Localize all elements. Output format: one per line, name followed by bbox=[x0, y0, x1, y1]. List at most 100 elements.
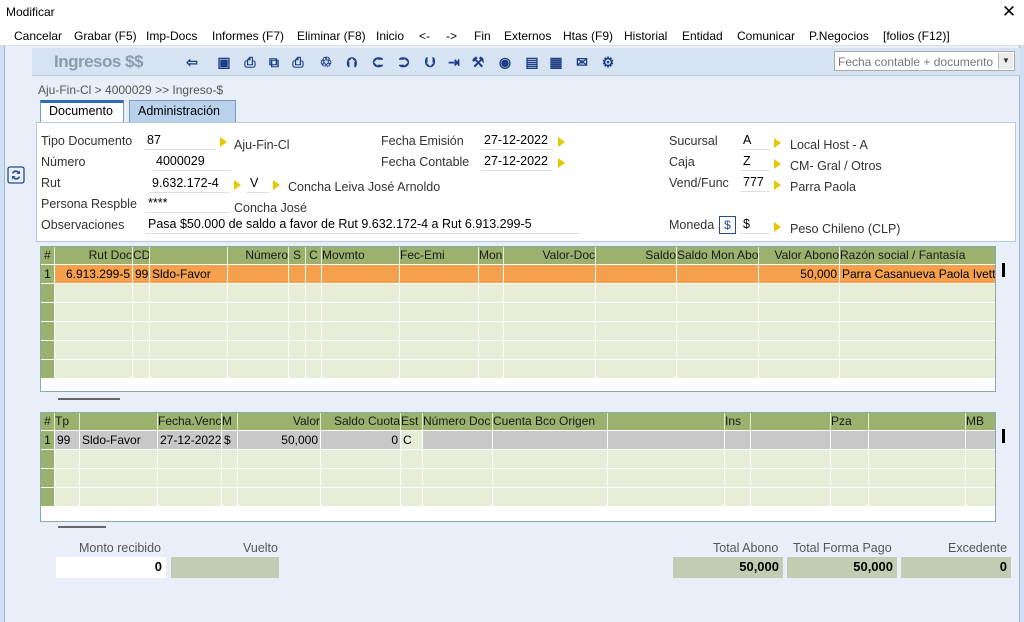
grid1-row-empty-cell[interactable] bbox=[840, 284, 995, 303]
grid2-row-empty-cell[interactable] bbox=[831, 488, 869, 507]
grid1-row-empty-cell[interactable] bbox=[400, 303, 479, 322]
observaciones-field[interactable]: Pasa $50.000 de saldo a favor de Rut 9.6… bbox=[145, 216, 579, 234]
grid1-row-cell-13[interactable]: 50,000 bbox=[759, 265, 840, 284]
grid1-row-empty-cell[interactable] bbox=[55, 303, 133, 322]
grid2-row-cell-2[interactable]: Sldo-Favor bbox=[80, 431, 158, 450]
grid2-row-empty-cell[interactable] bbox=[238, 488, 321, 507]
grid1-row-empty-cell[interactable] bbox=[150, 322, 228, 341]
tipo-documento-field[interactable]: 87 bbox=[144, 132, 216, 150]
menu-item-1[interactable]: Grabar (F5) bbox=[74, 29, 137, 43]
grid1-row-empty-cell[interactable] bbox=[150, 303, 228, 322]
grid1-row-empty-cell[interactable] bbox=[306, 284, 322, 303]
menu-item-10[interactable]: Htas (F9) bbox=[563, 29, 613, 43]
grid1-row-cell-9[interactable] bbox=[479, 265, 504, 284]
grid1-row-header-12[interactable]: Saldo Mon Abo bbox=[677, 247, 759, 264]
tipo-documento-lookup-icon[interactable] bbox=[220, 137, 227, 147]
grid1-row-header-7[interactable]: Movmto bbox=[322, 247, 400, 264]
grid2-row-empty-cell[interactable] bbox=[238, 450, 321, 469]
grid2-row-empty-cell[interactable] bbox=[493, 488, 608, 507]
grid1-row-empty-cell[interactable] bbox=[55, 322, 133, 341]
menu-item-3[interactable]: Informes (F7) bbox=[212, 29, 284, 43]
vend-field[interactable]: 777 bbox=[740, 174, 770, 192]
grid1-row-empty-cell[interactable] bbox=[322, 284, 400, 303]
grid1-row-empty-cell[interactable] bbox=[289, 360, 306, 379]
monto-recibido-field[interactable]: 0 bbox=[56, 557, 166, 578]
menu-item-15[interactable]: [folios (F12)] bbox=[883, 29, 950, 43]
grid1-row-empty-cell[interactable] bbox=[322, 303, 400, 322]
up-icon[interactable]: ⮉ bbox=[342, 52, 362, 72]
grid1-row-empty-cell[interactable] bbox=[41, 284, 55, 303]
grid2-row-cell-15[interactable] bbox=[966, 431, 995, 450]
currency-icon[interactable]: $ bbox=[719, 216, 736, 234]
grid1-row-empty-cell[interactable] bbox=[133, 360, 150, 379]
grid2-scrollbar[interactable] bbox=[1002, 429, 1005, 443]
grid1-row-cell-7[interactable] bbox=[322, 265, 400, 284]
grid1-row-empty-cell[interactable] bbox=[840, 303, 995, 322]
grid1-row-cell-6[interactable] bbox=[306, 265, 322, 284]
left-icon[interactable]: ⮈ bbox=[368, 52, 388, 72]
caja-field[interactable]: Z bbox=[740, 153, 770, 171]
menu-item-12[interactable]: Entidad bbox=[682, 29, 723, 43]
grid2-row-empty-cell[interactable] bbox=[725, 450, 751, 469]
grid2-row-header-0[interactable]: # bbox=[41, 413, 55, 430]
grid1-row-empty-cell[interactable] bbox=[504, 303, 596, 322]
menu-item-13[interactable]: Comunicar bbox=[737, 29, 795, 43]
persona-field[interactable]: **** bbox=[145, 195, 229, 213]
grid1-row-empty-cell[interactable] bbox=[677, 322, 759, 341]
grid2-row-empty-cell[interactable] bbox=[401, 469, 423, 488]
grid1-row-empty-cell[interactable] bbox=[479, 322, 504, 341]
grid2-row-empty-cell[interactable] bbox=[608, 469, 725, 488]
grid1-row-empty-cell[interactable] bbox=[677, 284, 759, 303]
grid1-row-header-13[interactable]: Valor Abono bbox=[759, 247, 840, 264]
grid1-row-empty-cell[interactable] bbox=[677, 360, 759, 379]
grid2-row-cell-7[interactable]: C bbox=[401, 431, 423, 450]
refresh-icon[interactable] bbox=[6, 166, 26, 186]
grid1-row-cell-0[interactable]: 1 bbox=[41, 265, 55, 284]
grid2-row-cell-3[interactable]: 27-12-2022 bbox=[158, 431, 222, 450]
grid2-row-cell-6[interactable]: 0 bbox=[321, 431, 401, 450]
grid1-row-header-4[interactable]: Número bbox=[228, 247, 289, 264]
grid1-row-cell-8[interactable] bbox=[400, 265, 479, 284]
fecha-emision-field[interactable]: 27-12-2022 bbox=[481, 132, 553, 150]
grid2-row-cell-14[interactable] bbox=[869, 431, 966, 450]
grid1-row-cell-10[interactable] bbox=[504, 265, 596, 284]
grid1-row-empty-cell[interactable] bbox=[596, 360, 677, 379]
grid2-row-header-4[interactable]: M bbox=[222, 413, 238, 430]
grid2-row-empty-cell[interactable] bbox=[158, 488, 222, 507]
rut-lookup-icon[interactable] bbox=[234, 180, 241, 190]
grid1-row-cell-2[interactable]: 99 bbox=[133, 265, 150, 284]
menu-item-8[interactable]: Fin bbox=[474, 29, 491, 43]
grid2-row-cell-0[interactable]: 1 bbox=[41, 431, 55, 450]
grid2-row-empty-cell[interactable] bbox=[725, 488, 751, 507]
grid2-row-empty-cell[interactable] bbox=[321, 469, 401, 488]
grid1-row-empty-cell[interactable] bbox=[840, 360, 995, 379]
fecha-emision-lookup-icon[interactable] bbox=[558, 137, 565, 147]
menu-item-6[interactable]: <- bbox=[419, 29, 430, 43]
caja-lookup-icon[interactable] bbox=[774, 159, 781, 169]
grid2-row-empty-cell[interactable] bbox=[869, 450, 966, 469]
calculator-icon[interactable]: ▦ bbox=[546, 52, 566, 72]
grid1-row-empty-cell[interactable] bbox=[228, 341, 289, 360]
grid1-row-header-5[interactable]: S bbox=[289, 247, 306, 264]
grid1-row-cell-3[interactable]: Sldo-Favor bbox=[150, 265, 228, 284]
grid1-row-empty-cell[interactable] bbox=[41, 303, 55, 322]
down-icon[interactable]: ⮋ bbox=[420, 52, 440, 72]
vend-lookup-icon[interactable] bbox=[774, 180, 781, 190]
grid2-row-empty-cell[interactable] bbox=[158, 450, 222, 469]
grid1-row-empty-cell[interactable] bbox=[322, 341, 400, 360]
grid1-row-empty-cell[interactable] bbox=[228, 322, 289, 341]
grid2-row-empty-cell[interactable] bbox=[751, 450, 831, 469]
grid1-row-empty-cell[interactable] bbox=[289, 303, 306, 322]
right-icon[interactable]: ⮊ bbox=[394, 52, 414, 72]
grid1-row-empty-cell[interactable] bbox=[677, 303, 759, 322]
grid2-row-header-10[interactable] bbox=[608, 413, 725, 430]
grid2-row-cell-4[interactable]: $ bbox=[222, 431, 238, 450]
grid2-row-empty-cell[interactable] bbox=[493, 450, 608, 469]
grid1-row-empty-cell[interactable] bbox=[41, 360, 55, 379]
grid2-row-empty-cell[interactable] bbox=[869, 469, 966, 488]
copy-icon[interactable]: ⧉ bbox=[264, 52, 284, 72]
last-icon[interactable]: ⇥ bbox=[444, 52, 464, 72]
menu-item-0[interactable]: Cancelar bbox=[14, 29, 62, 43]
grid2-row-empty-cell[interactable] bbox=[725, 469, 751, 488]
grid1-row-empty-cell[interactable] bbox=[150, 284, 228, 303]
